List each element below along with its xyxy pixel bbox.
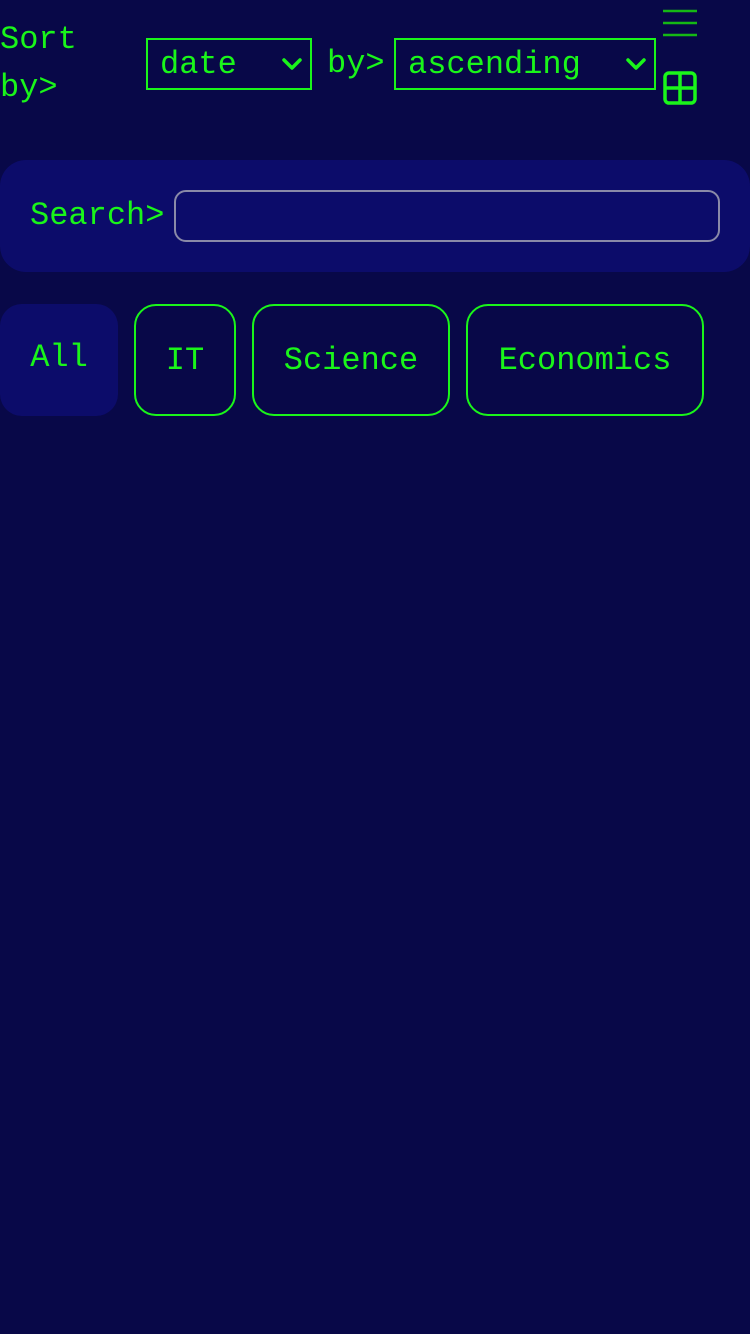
sort-order-value: ascending [408, 45, 581, 83]
sort-by-label: Sort by> [0, 21, 77, 106]
search-label: Search> [30, 197, 165, 234]
category-chip-all[interactable]: All [0, 304, 118, 416]
hamburger-menu-icon[interactable] [662, 8, 698, 40]
chevron-down-icon [626, 58, 646, 70]
sort-field-select[interactable]: date [146, 38, 312, 90]
search-panel: Search> [0, 160, 750, 272]
sort-toolbar: Sort by> date by> ascending [0, 0, 750, 130]
category-chip-it[interactable]: IT [134, 304, 236, 416]
order-by-label: by> [327, 45, 385, 82]
category-filter-bar: All IT Science Economics [0, 304, 750, 416]
grid-view-icon[interactable] [663, 71, 697, 105]
search-input[interactable] [174, 190, 720, 242]
sort-field-value: date [160, 45, 237, 83]
category-chip-economics[interactable]: Economics [466, 304, 704, 416]
sort-order-select[interactable]: ascending [394, 38, 656, 90]
category-chip-science[interactable]: Science [252, 304, 450, 416]
chevron-down-icon [282, 58, 302, 70]
